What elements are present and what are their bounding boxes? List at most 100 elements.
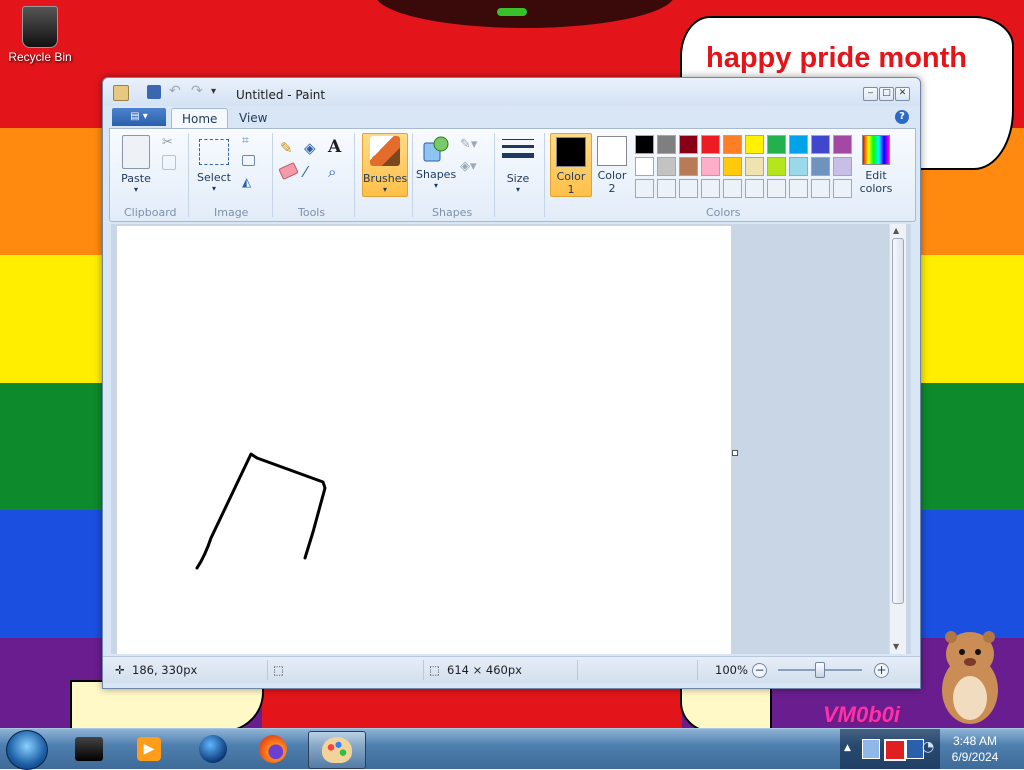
zoom-out-button[interactable]: − — [752, 663, 767, 678]
eraser-icon[interactable] — [278, 161, 299, 181]
cut-icon[interactable]: ✂ — [162, 135, 179, 152]
tab-home[interactable]: Home — [171, 108, 229, 129]
palette-swatch[interactable] — [833, 157, 852, 176]
start-button[interactable] — [6, 730, 48, 770]
crop-icon[interactable]: ⌗ — [242, 133, 259, 150]
brushes-label: Brushes — [363, 172, 408, 185]
undo-icon[interactable]: ↶ — [169, 84, 183, 99]
palette-swatch[interactable] — [723, 135, 742, 154]
tray-app-icon[interactable] — [862, 739, 880, 759]
paste-button[interactable]: Paste ▾ — [116, 135, 156, 194]
resize-icon[interactable] — [242, 155, 255, 166]
text-icon[interactable]: A — [328, 137, 345, 157]
edit-colors-label: Edit colors — [859, 169, 893, 195]
palette-swatch[interactable] — [723, 179, 742, 198]
palette-swatch[interactable] — [811, 135, 830, 154]
palette-swatch[interactable] — [679, 157, 698, 176]
size-button[interactable]: Size ▾ — [498, 135, 538, 194]
save-icon[interactable] — [147, 85, 161, 99]
palette-swatch[interactable] — [811, 157, 830, 176]
palette-swatch[interactable] — [767, 179, 786, 198]
palette-swatch[interactable] — [789, 135, 808, 154]
scroll-up-icon[interactable]: ▲ — [893, 226, 899, 235]
palette-swatch[interactable] — [635, 157, 654, 176]
taskbar-media-player[interactable]: ▶ — [124, 731, 174, 767]
minimize-button[interactable]: ‒ — [863, 87, 878, 101]
palette-swatch[interactable] — [745, 179, 764, 198]
globe-icon — [199, 735, 227, 763]
size-icon — [502, 139, 534, 167]
palette-swatch[interactable] — [679, 135, 698, 154]
palette-swatch[interactable] — [789, 179, 808, 198]
palette-swatch[interactable] — [833, 179, 852, 198]
outline-icon[interactable]: ✎▾ — [460, 137, 477, 154]
palette-swatch[interactable] — [657, 157, 676, 176]
zoom-in-button[interactable]: + — [874, 663, 889, 678]
taskbar-media-center[interactable] — [64, 731, 114, 767]
palette-swatch[interactable] — [657, 179, 676, 198]
select-button[interactable]: Select ▾ — [194, 135, 234, 193]
scrollbar-thumb[interactable] — [892, 238, 904, 604]
size-label: Size — [506, 172, 530, 185]
color1-button[interactable]: Color 1 — [550, 133, 592, 197]
paint-menu-button[interactable]: ▤ ▾ — [112, 108, 166, 126]
palette-swatch[interactable] — [789, 157, 808, 176]
maximize-button[interactable]: □ — [879, 87, 894, 101]
group-clipboard-label: Clipboard — [124, 206, 177, 219]
palette-swatch[interactable] — [635, 135, 654, 154]
brushes-button[interactable]: Brushes ▾ — [362, 133, 408, 197]
palette-swatch[interactable] — [745, 135, 764, 154]
vertical-scrollbar[interactable]: ▲ ▼ — [889, 224, 906, 654]
selection-size-icon: ⬚ — [273, 663, 284, 677]
scroll-down-icon[interactable]: ▼ — [893, 642, 899, 651]
show-hidden-icons[interactable]: ▲ — [844, 743, 851, 753]
taskbar-browser-globe[interactable] — [188, 731, 238, 767]
close-button[interactable]: ✕ — [895, 87, 910, 101]
color-picker-icon[interactable]: ⁄ — [304, 163, 321, 181]
fill-icon[interactable]: ◈ — [304, 139, 321, 157]
action-center-icon[interactable] — [884, 739, 906, 761]
palette-swatch[interactable] — [767, 135, 786, 154]
group-shapes-label: Shapes — [432, 206, 473, 219]
color2-button[interactable]: Color 2 — [592, 133, 632, 195]
canvas-resize-handle[interactable] — [732, 450, 738, 456]
palette-swatch[interactable] — [723, 157, 742, 176]
separator — [188, 133, 189, 217]
paint-app-icon[interactable] — [113, 85, 129, 101]
palette-swatch[interactable] — [745, 157, 764, 176]
separator — [354, 133, 355, 217]
status-separator — [423, 660, 424, 680]
drawn-stroke — [195, 452, 327, 570]
shape-fill-icon[interactable]: ◈▾ — [460, 159, 477, 176]
help-icon[interactable]: ? — [895, 110, 909, 124]
taskbar-paint[interactable] — [308, 731, 366, 769]
recycle-bin-shortcut[interactable]: Recycle Bin — [4, 6, 76, 64]
select-label: Select — [197, 171, 231, 184]
canvas-size: 614 × 460px — [447, 663, 522, 677]
rotate-icon[interactable]: ◭ — [242, 175, 259, 192]
palette-swatch[interactable] — [767, 157, 786, 176]
drawing-canvas[interactable] — [117, 226, 731, 654]
palette-swatch[interactable] — [701, 179, 720, 198]
tab-view[interactable]: View — [229, 108, 277, 128]
palette-swatch[interactable] — [811, 179, 830, 198]
palette-swatch[interactable] — [701, 135, 720, 154]
paint-icon — [322, 737, 352, 763]
copy-icon[interactable] — [162, 155, 176, 170]
system-tray: ▲ ◔ — [840, 729, 940, 769]
edit-colors-button[interactable]: Edit colors — [856, 135, 896, 195]
taskbar-firefox[interactable] — [248, 731, 298, 767]
customize-qat-icon[interactable]: ▾ — [211, 85, 225, 99]
palette-swatch[interactable] — [679, 179, 698, 198]
palette-swatch[interactable] — [635, 179, 654, 198]
clock[interactable]: 3:48 AM 6/9/2024 — [940, 733, 1010, 765]
palette-swatch[interactable] — [657, 135, 676, 154]
zoom-slider-thumb[interactable] — [815, 662, 825, 678]
magnifier-icon[interactable]: ⌕ — [328, 163, 345, 181]
volume-icon[interactable]: ◔ — [922, 739, 934, 755]
palette-swatch[interactable] — [833, 135, 852, 154]
pencil-icon[interactable]: ✎ — [280, 139, 297, 157]
redo-icon[interactable]: ↷ — [191, 84, 205, 99]
palette-swatch[interactable] — [701, 157, 720, 176]
shapes-button[interactable]: Shapes ▾ — [416, 135, 456, 190]
